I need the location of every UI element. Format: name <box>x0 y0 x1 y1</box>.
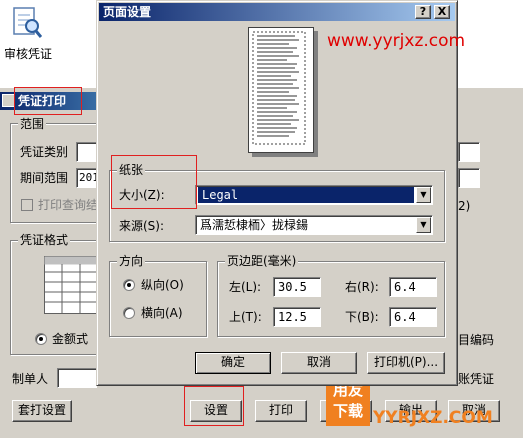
left-margin-input[interactable]: 30.5 <box>273 277 321 297</box>
amount-format-radio[interactable] <box>35 333 47 345</box>
print-query-checkbox[interactable] <box>21 199 33 211</box>
ok-button[interactable]: 确定 <box>195 352 271 374</box>
maker-field[interactable] <box>57 368 97 388</box>
logo-line2: 下载 <box>332 402 363 420</box>
portrait-radio[interactable] <box>123 279 135 291</box>
maker-label: 制单人 <box>12 372 49 386</box>
period-field[interactable]: 201 <box>76 168 97 188</box>
portrait-label: 纵向(O) <box>141 278 184 292</box>
bottom-margin-input[interactable]: 6.4 <box>389 307 437 327</box>
top-margin-label: 上(T): <box>229 310 262 324</box>
top-margin-input[interactable]: 12.5 <box>273 307 321 327</box>
print-button[interactable]: 打印 <box>255 400 307 422</box>
dialog-titlebar <box>99 3 455 21</box>
setup-button-highlight <box>184 386 244 426</box>
voucher-print-title-highlight <box>14 87 82 115</box>
source-select[interactable]: 爲濡悊棣栭〉拢椂鍚 ▼ <box>195 215 433 235</box>
bottom-margin-label: 下(B): <box>345 310 379 324</box>
right-fragment-1: 2) <box>458 199 471 213</box>
logo-badge: 用友 下载 <box>326 380 370 426</box>
right-field-stub-2[interactable] <box>458 168 480 188</box>
audit-voucher-icon[interactable] <box>12 6 43 40</box>
source-label: 来源(S): <box>119 219 165 233</box>
margins-legend: 页边距(毫米) <box>225 254 299 268</box>
size-dropdown-arrow-icon[interactable]: ▼ <box>416 187 431 203</box>
voucher-format-preview <box>44 256 125 314</box>
size-select[interactable]: Legal ▼ <box>195 185 433 205</box>
scope-legend: 范围 <box>18 117 47 131</box>
page-setup-dialog: 页面设置 ? X www.yyrjxz.com 纸张 大小(Z): Legal … <box>96 0 465 386</box>
logo-text: YYRJXZ.COM <box>373 408 493 428</box>
right-margin-label: 右(R): <box>345 280 379 294</box>
voucher-type-label: 凭证类别 <box>20 145 69 159</box>
right-field-stub[interactable] <box>458 142 480 162</box>
voucher-type-field[interactable] <box>76 142 97 162</box>
format-legend: 凭证格式 <box>18 233 71 247</box>
help-button[interactable]: ? <box>415 5 431 19</box>
landscape-radio[interactable] <box>123 307 135 319</box>
orientation-legend: 方向 <box>117 254 146 268</box>
period-label: 期间范围 <box>20 171 69 185</box>
close-button[interactable]: X <box>434 5 450 19</box>
dialog-title: 页面设置 <box>103 5 152 19</box>
site-watermark: www.yyrjxz.com <box>327 31 466 51</box>
print-settings-button[interactable]: 套打设置 <box>12 400 72 422</box>
right-margin-input[interactable]: 6.4 <box>389 277 437 297</box>
dialog-cancel-button[interactable]: 取消 <box>281 352 357 374</box>
audit-voucher-label[interactable]: 审核凭证 <box>4 47 52 61</box>
page-preview <box>248 27 314 153</box>
left-margin-label: 左(L): <box>229 280 262 294</box>
printer-button[interactable]: 打印机(P)... <box>367 352 445 374</box>
source-select-value: 爲濡悊棣栭〉拢椂鍚 <box>200 218 309 232</box>
amount-format-label: 金额式 <box>52 332 89 346</box>
right-fragment-2: 目编码 <box>458 333 495 347</box>
right-fragment-3: 账凭证 <box>458 372 495 386</box>
orientation-group <box>109 261 207 337</box>
paper-size-highlight <box>111 155 197 209</box>
size-select-value: Legal <box>198 187 414 203</box>
landscape-label: 横向(A) <box>141 306 183 320</box>
print-query-label: 打印查询结 <box>38 198 99 212</box>
source-dropdown-arrow-icon[interactable]: ▼ <box>416 217 431 233</box>
